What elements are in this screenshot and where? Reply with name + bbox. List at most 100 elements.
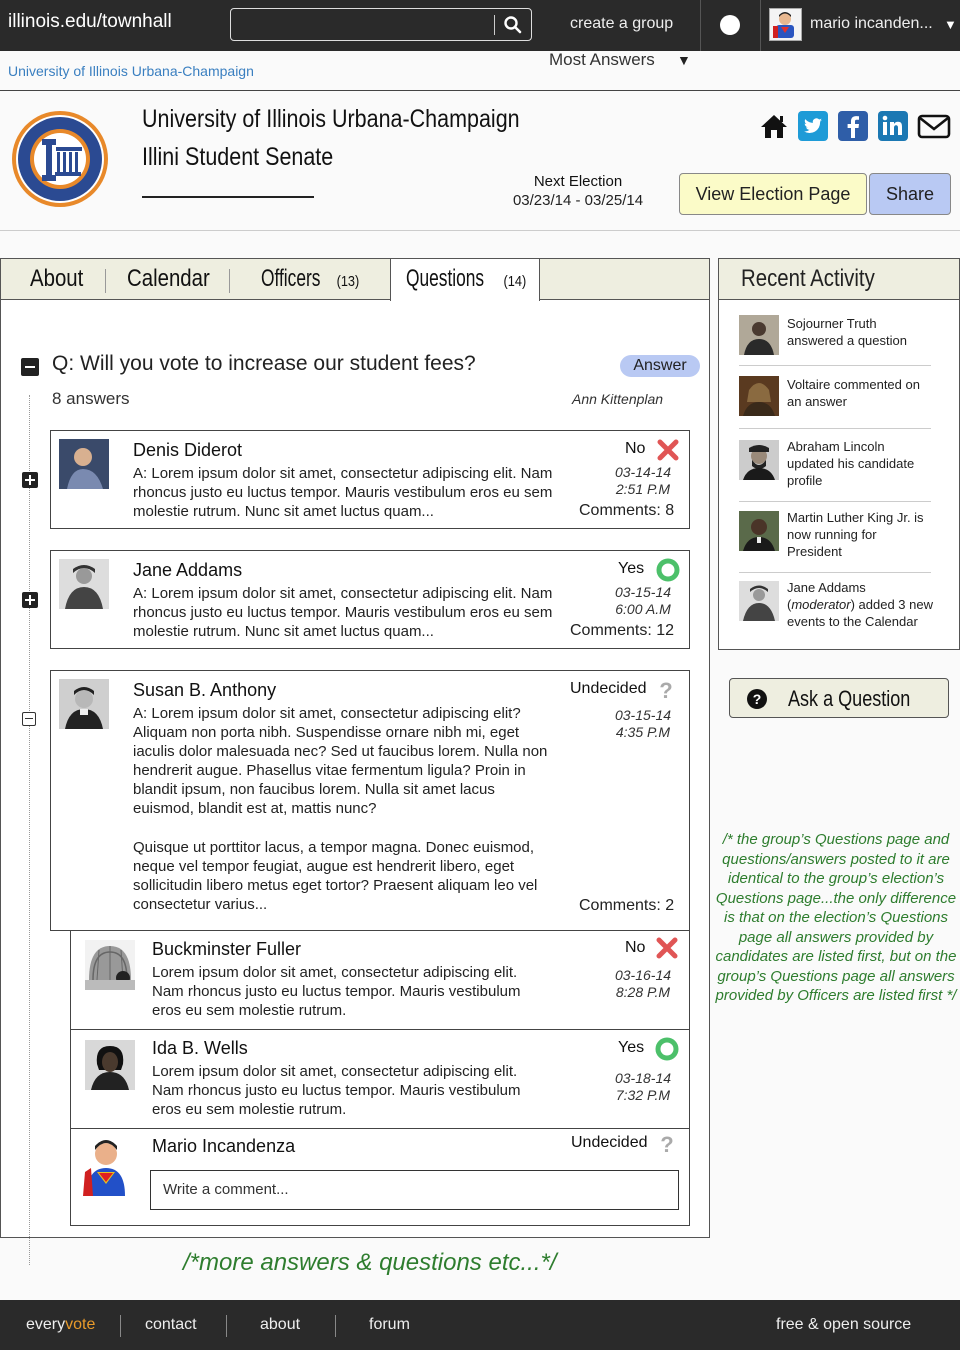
commenter-photo[interactable]	[85, 940, 135, 990]
brand-every: every	[26, 1316, 66, 1333]
expand-answer-icon[interactable]	[22, 592, 38, 608]
answer-text: A: Lorem ipsum dolor sit amet, consectet…	[133, 464, 553, 521]
group-header: University of Illinois Urbana-Champaign …	[0, 91, 960, 231]
site-url[interactable]: illinois.edu/townhall	[8, 11, 172, 33]
activity-photo[interactable]	[739, 315, 779, 355]
breadcrumb-university-link[interactable]: University of Illinois Urbana-Champaign	[8, 63, 254, 79]
footer-link-about[interactable]: about	[260, 1316, 300, 1334]
sort-dropdown[interactable]: Most Answers	[549, 50, 655, 70]
tab-questions[interactable]: Questions (14)	[390, 259, 540, 301]
candidate-photo[interactable]	[59, 559, 109, 609]
comments-count[interactable]: Comments: 2	[579, 897, 674, 915]
answer-card: Susan B. Anthony A: Lorem ipsum dolor si…	[50, 670, 690, 931]
comments-number: 12	[656, 622, 675, 639]
no-x-icon	[656, 937, 678, 959]
brand-vote: vote	[65, 1316, 96, 1333]
activity-photo[interactable]	[739, 376, 779, 416]
answer-date: 03-14-14	[614, 464, 672, 480]
commenter-name[interactable]: Ida B. Wells	[152, 1038, 248, 1059]
footer-open-source[interactable]: free & open source	[776, 1316, 911, 1334]
activity-photo[interactable]	[739, 440, 779, 480]
answer-text-continued: Quisque ut porttitor lacus, a tempor mag…	[133, 839, 538, 913]
commenter-name[interactable]: Mario Incandenza	[152, 1136, 295, 1157]
question-author[interactable]: Ann Kittenplan	[572, 391, 663, 407]
answer-body: Lorem ipsum dolor sit amet, consectetur …	[133, 585, 553, 640]
comment-timestamp: 03-16-14 8:28 P.M	[603, 967, 683, 1001]
comments-count[interactable]: Comments: 8	[579, 502, 674, 520]
user-menu-caret-icon[interactable]: ▼	[944, 17, 957, 32]
activity-text: Jane Addams (moderator) added 3 new even…	[787, 579, 933, 630]
answer-card: Denis Diderot A: Lorem ipsum dolor sit a…	[50, 430, 690, 529]
university-name: University of Illinois Urbana-Champaign	[142, 105, 520, 133]
nav-separator	[700, 0, 701, 51]
candidate-name[interactable]: Denis Diderot	[133, 440, 242, 461]
tab-officers[interactable]: Officers (13)	[261, 259, 377, 300]
answer-timestamp: 03-15-14 6:00 A.M	[603, 584, 683, 618]
facebook-icon[interactable]	[838, 111, 868, 141]
candidate-name[interactable]: Susan B. Anthony	[133, 680, 276, 701]
question-text[interactable]: Q: Will you vote to increase our student…	[52, 352, 476, 376]
sort-caret-icon[interactable]: ▼	[677, 52, 691, 68]
tab-separator	[229, 269, 230, 293]
footer-link-forum[interactable]: forum	[369, 1316, 410, 1334]
vote-status: Yes	[618, 560, 645, 577]
footer-brand[interactable]: everyvote	[26, 1316, 95, 1334]
answer-prefix: A:	[133, 705, 148, 722]
twitter-icon[interactable]	[798, 111, 828, 141]
user-avatar[interactable]	[769, 8, 802, 41]
candidate-photo[interactable]	[59, 439, 109, 489]
activity-item[interactable]: Jane Addams (moderator) added 3 new even…	[739, 577, 933, 647]
collapse-answer-icon[interactable]	[22, 712, 36, 726]
vote-status: No	[625, 440, 646, 457]
home-icon[interactable]	[759, 111, 789, 141]
comments-count[interactable]: Comments: 12	[570, 622, 674, 640]
activity-item[interactable]: Abraham Lincoln updated his candidate pr…	[739, 436, 931, 502]
activity-item[interactable]: Martin Luther King Jr. is now running fo…	[739, 507, 931, 573]
activity-item[interactable]: Voltaire commented on an answer	[739, 374, 931, 429]
answer-text: A: Lorem ipsum dolor sit amet, consectet…	[133, 584, 553, 641]
commenter-photo[interactable]	[85, 1040, 135, 1090]
comment-timestamp: 03-18-14 7:32 P.M	[603, 1070, 683, 1104]
activity-photo[interactable]	[739, 511, 779, 551]
activity-text: Abraham Lincoln updated his candidate pr…	[787, 439, 915, 488]
answer-timestamp: 03-14-14 2:51 P.M	[603, 464, 683, 498]
svg-text:?: ?	[659, 679, 672, 701]
next-election-label: Next Election	[533, 173, 623, 190]
search-icon[interactable]	[503, 15, 523, 35]
group-tabs: About Calendar Officers (13) Questions (…	[1, 259, 709, 301]
expand-answer-icon[interactable]	[22, 472, 38, 488]
notification-dot-icon[interactable]	[720, 15, 740, 35]
tab-questions-count: (14)	[503, 273, 527, 290]
activity-text: Voltaire commented on an answer	[787, 377, 920, 409]
comment-input[interactable]: Write a comment...	[150, 1170, 679, 1210]
nav-separator	[760, 0, 761, 51]
comments-label: Comments:	[579, 502, 661, 519]
commenter-name[interactable]: Buckminster Fuller	[152, 939, 301, 960]
activity-item[interactable]: Sojourner Truth answered a question	[739, 311, 931, 366]
tab-about[interactable]: About	[30, 259, 93, 300]
footer-link-contact[interactable]: contact	[145, 1316, 197, 1334]
undecided-question-icon: ?	[659, 679, 672, 701]
comments-label: Comments:	[570, 622, 652, 639]
top-navbar: illinois.edu/townhall create a group mar…	[0, 0, 960, 51]
share-button[interactable]: Share	[869, 173, 951, 215]
collapse-question-icon[interactable]	[21, 358, 39, 376]
tab-calendar[interactable]: Calendar	[127, 259, 224, 300]
user-name[interactable]: mario incanden...	[810, 15, 933, 33]
create-group-link[interactable]: create a group	[570, 15, 673, 33]
linkedin-icon[interactable]	[878, 111, 908, 141]
ask-question-button[interactable]: ? Ask a Question	[729, 678, 949, 718]
footer: everyvote contact about forum free & ope…	[0, 1300, 960, 1350]
activity-photo[interactable]	[739, 581, 779, 621]
vote-status: Undecided	[571, 1134, 648, 1151]
comment-time: 7:32 P.M	[615, 1087, 671, 1103]
search-input[interactable]	[230, 8, 532, 41]
candidate-photo[interactable]	[59, 679, 109, 729]
next-election-dates: 03/23/14 - 03/25/14	[512, 192, 644, 209]
candidate-name[interactable]: Jane Addams	[133, 560, 242, 581]
tab-about-label: About	[30, 265, 84, 292]
answer-button[interactable]: Answer	[620, 355, 700, 377]
mail-icon[interactable]	[917, 111, 951, 141]
view-election-button[interactable]: View Election Page	[679, 173, 867, 215]
comments-number: 8	[665, 502, 675, 519]
